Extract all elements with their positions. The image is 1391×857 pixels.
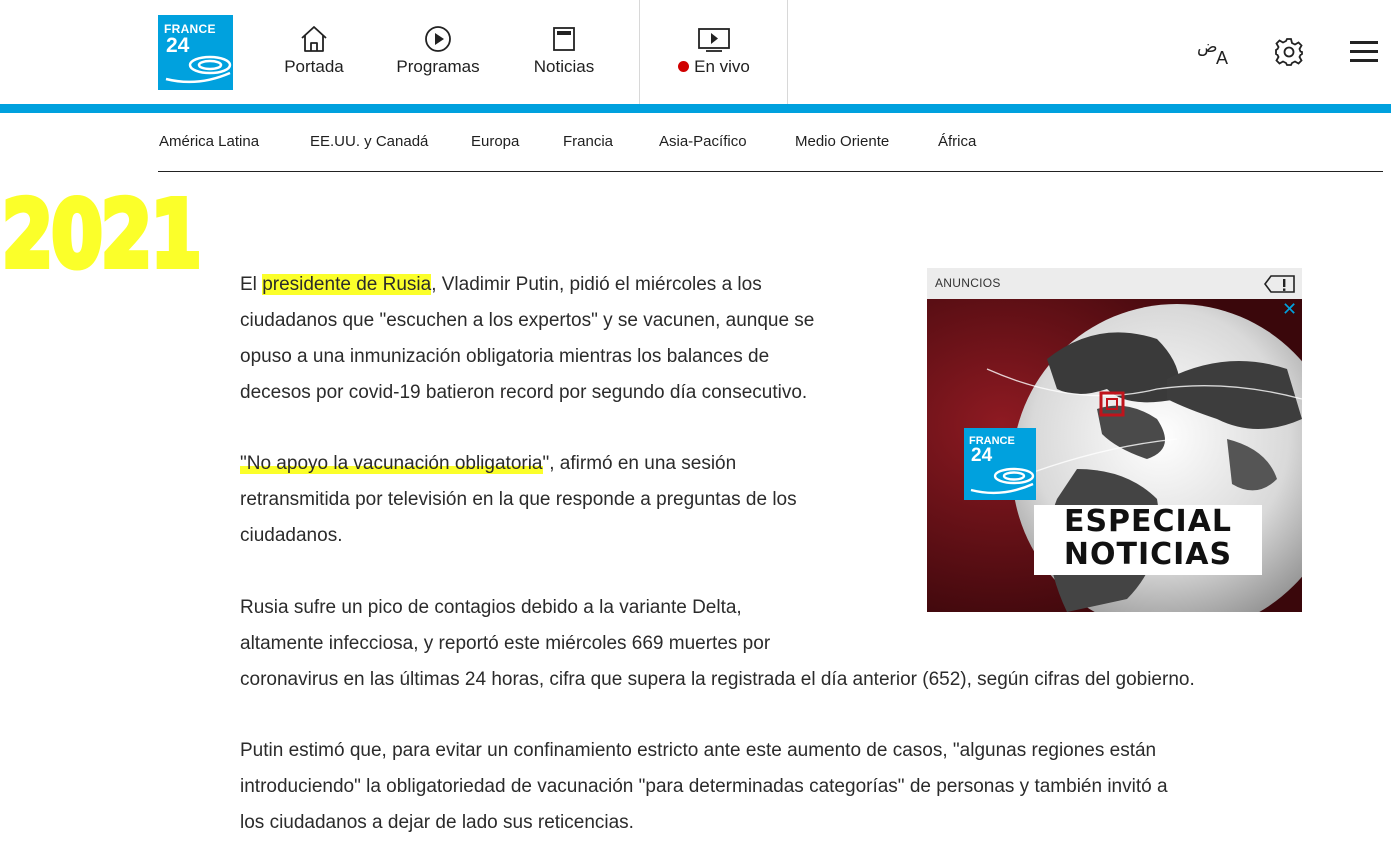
language-icon: ض A <box>1197 37 1228 68</box>
subnav-divider <box>158 171 1383 172</box>
nav-portada[interactable]: Portada <box>280 24 348 77</box>
highlighted-text: presidente de Rusia <box>262 274 432 295</box>
nav-label: Programas <box>396 57 480 76</box>
region-nav-item-europa[interactable]: Europa <box>471 133 519 150</box>
nav-en-vivo[interactable]: En vivo <box>672 24 756 77</box>
nav-noticias[interactable]: Noticias <box>528 24 600 77</box>
language-button[interactable]: ض A <box>1195 36 1235 68</box>
nav-programas[interactable]: Programas <box>392 24 484 77</box>
underlined-quote: "No apoyo la vacunación obligatoria <box>240 453 543 474</box>
ad-header: ANUNCIOS <box>927 268 1302 299</box>
article-paragraph-4: Putin estimó que, para evitar un confina… <box>240 740 1168 833</box>
play-circle-icon <box>425 26 451 52</box>
region-nav-item-asia-pacifico[interactable]: Asia-Pacífico <box>659 133 747 150</box>
live-indicator-dot <box>678 61 690 72</box>
menu-button[interactable] <box>1350 40 1378 64</box>
header-divider <box>639 0 640 104</box>
nav-label: Portada <box>284 57 344 76</box>
header-divider <box>787 0 788 104</box>
nav-label: En vivo <box>694 57 750 76</box>
ad-close-icon[interactable]: ✕ <box>1282 300 1297 318</box>
year-annotation: 2021 <box>0 178 205 274</box>
region-nav-item-america-latina[interactable]: América Latina <box>159 133 259 150</box>
hamburger-menu-icon <box>1350 41 1378 62</box>
logo-waves-icon <box>165 55 232 84</box>
france24-logo[interactable]: FRANCE 24 <box>158 15 233 90</box>
ad-label: ANUNCIOS <box>935 276 1001 290</box>
report-ad-icon[interactable] <box>1264 273 1296 295</box>
region-nav-item-africa[interactable]: África <box>938 133 976 150</box>
newspaper-icon <box>553 27 575 51</box>
region-nav-item-francia[interactable]: Francia <box>563 133 613 150</box>
site-header: FRANCE 24 Portada Programas Noticias En … <box>0 0 1391 104</box>
region-nav-item-medio-oriente[interactable]: Medio Oriente <box>795 133 889 150</box>
header-accent-bar <box>0 104 1391 113</box>
article-paragraph-1: El presidente de Rusia, Vladimir Putin, … <box>240 274 815 403</box>
region-nav: América Latina EE.UU. y Canadá Europa Fr… <box>0 113 1391 171</box>
ad-france24-logo: FRANCE 24 <box>964 428 1036 500</box>
region-nav-item-eeuu-canada[interactable]: EE.UU. y Canadá <box>310 133 428 150</box>
svg-text:2021: 2021 <box>2 181 200 274</box>
tv-play-icon <box>698 28 730 52</box>
svg-text:A: A <box>1216 48 1228 68</box>
article-paragraph-2: "No apoyo la vacunación obligatoria", af… <box>240 453 797 546</box>
ad-headline: ESPECIAL NOTICIAS <box>1034 505 1262 575</box>
gear-icon <box>1275 38 1303 66</box>
settings-button[interactable] <box>1274 37 1304 67</box>
nav-label: Noticias <box>533 57 595 76</box>
home-icon <box>301 26 327 52</box>
svg-text:ض: ض <box>1197 37 1218 57</box>
